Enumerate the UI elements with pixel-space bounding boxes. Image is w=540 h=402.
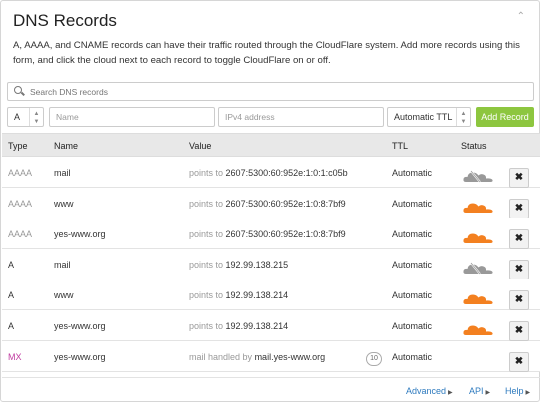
ipv4-placeholder: IPv4 address bbox=[225, 112, 275, 122]
name-placeholder: Name bbox=[56, 112, 79, 122]
ipv4-address-field[interactable]: IPv4 address bbox=[218, 107, 384, 127]
record-type-value: A bbox=[14, 112, 21, 122]
column-value: Value bbox=[189, 141, 212, 151]
value-prefix: mail handled by bbox=[189, 351, 253, 362]
column-status: Status bbox=[461, 141, 487, 151]
value-prefix: points to bbox=[189, 198, 224, 209]
value-prefix: points to bbox=[189, 229, 224, 240]
record-ttl[interactable]: Automatic bbox=[392, 352, 432, 362]
cloud-off-icon[interactable] bbox=[462, 168, 494, 184]
record-ttl[interactable]: Automatic bbox=[392, 168, 432, 178]
record-name[interactable]: www bbox=[54, 290, 74, 300]
record-ttl[interactable]: Automatic bbox=[392, 199, 432, 209]
table-row: Ayes-www.org points to 192.99.138.214 Auto… bbox=[2, 310, 540, 341]
delete-record-button[interactable]: ✖ bbox=[509, 229, 529, 250]
value-content: 192.99.138.214 bbox=[225, 290, 289, 301]
caret-right-icon: ▶ bbox=[525, 390, 531, 396]
record-type: AAAA bbox=[8, 168, 33, 178]
record-value[interactable]: points to 2607:5300:60:952e:1:0:8:7bf9 bbox=[189, 199, 346, 209]
value-prefix: points to bbox=[189, 321, 224, 331]
table-row: Amail points to 192.99.138.215 Automatic ✖ bbox=[2, 248, 540, 280]
record-name[interactable]: mail bbox=[54, 168, 71, 178]
value-content: 192.99.138.214 bbox=[225, 321, 289, 331]
column-name: Name bbox=[54, 141, 79, 151]
record-type: MX bbox=[8, 351, 22, 362]
record-name[interactable]: yes-www.org bbox=[54, 321, 106, 331]
select-arrows-icon: ▲ ▼ bbox=[29, 108, 43, 126]
ttl-select[interactable]: Automatic TTL ▲ ▼ bbox=[387, 107, 471, 127]
page-title: DNS Records bbox=[13, 11, 117, 30]
table-row: AAAA www points to 2607:5300:60:952e:1:0:8… bbox=[2, 187, 540, 219]
name-field[interactable]: Name bbox=[49, 107, 215, 127]
cloud-on-icon[interactable] bbox=[462, 290, 494, 306]
record-value[interactable]: points to 192.99.138.214 bbox=[189, 290, 288, 300]
search-icon bbox=[14, 86, 25, 97]
cloud-on-icon[interactable] bbox=[462, 229, 494, 245]
record-ttl[interactable]: Automatic bbox=[392, 260, 432, 270]
record-ttl[interactable]: Automatic bbox=[392, 229, 432, 239]
table-row: Awww points to 192.99.138.214 Automatic ✖ bbox=[2, 279, 540, 311]
record-ttl[interactable]: Automatic bbox=[392, 321, 432, 331]
record-ttl[interactable]: Automatic bbox=[392, 290, 432, 300]
help-link[interactable]: Help ▶ bbox=[505, 386, 530, 396]
value-prefix: points to bbox=[189, 290, 224, 301]
value-content: mail.yes-www.org bbox=[254, 351, 326, 362]
collapse-icon[interactable]: ⌃ bbox=[517, 11, 525, 22]
delete-record-button[interactable]: ✖ bbox=[509, 351, 529, 372]
delete-record-button[interactable]: ✖ bbox=[509, 290, 529, 311]
cloud-on-icon[interactable] bbox=[462, 199, 494, 215]
record-value[interactable]: mail handled by mail.yes-www.org bbox=[189, 352, 325, 362]
record-name[interactable]: www bbox=[54, 199, 74, 209]
mx-priority-badge[interactable]: 10 bbox=[366, 351, 382, 366]
value-content: 2607:5300:60:952e:1:0:8:7bf9 bbox=[225, 198, 346, 209]
table-row: AAAA yes-www.org points to 2607:5300:60:95… bbox=[2, 218, 540, 250]
footer: Advanced ▶ API ▶ Help ▶ bbox=[2, 377, 540, 402]
cloud-on-icon[interactable] bbox=[462, 321, 494, 337]
delete-record-button[interactable]: ✖ bbox=[509, 259, 529, 280]
advanced-link[interactable]: Advanced ▶ bbox=[406, 386, 453, 396]
select-arrows-icon: ▲ ▼ bbox=[456, 108, 470, 126]
column-ttl: TTL bbox=[392, 141, 409, 151]
record-type: A bbox=[8, 259, 15, 270]
cloud-off-icon[interactable] bbox=[462, 260, 494, 276]
api-link[interactable]: API ▶ bbox=[469, 386, 490, 396]
column-type: Type bbox=[8, 141, 28, 151]
record-type: A bbox=[8, 290, 15, 301]
delete-record-button[interactable]: ✖ bbox=[509, 168, 529, 188]
delete-record-button[interactable]: ✖ bbox=[509, 321, 529, 341]
record-name[interactable]: yes-www.org bbox=[54, 229, 106, 239]
description-text: A, AAAA, and CNAME records can have thei… bbox=[13, 40, 520, 66]
value-prefix: points to bbox=[189, 168, 224, 178]
record-name[interactable]: mail bbox=[54, 260, 71, 270]
record-type: AAAA bbox=[8, 229, 33, 240]
ttl-value: Automatic TTL bbox=[394, 112, 453, 122]
caret-right-icon: ▶ bbox=[485, 390, 491, 396]
table-row: AAAA mail points to 2607:5300:60:952e:1:0:… bbox=[2, 157, 540, 188]
record-value[interactable]: points to 2607:5300:60:952e:1:0:1:c05b bbox=[189, 168, 348, 178]
value-prefix: points to bbox=[189, 259, 224, 270]
record-type: AAAA bbox=[8, 198, 33, 209]
record-value[interactable]: points to 192.99.138.215 bbox=[189, 260, 288, 270]
caret-right-icon: ▶ bbox=[448, 390, 453, 396]
search-box[interactable] bbox=[7, 82, 534, 101]
record-value[interactable]: points to 2607:5300:60:952e:1:0:8:7bf9 bbox=[189, 229, 346, 239]
add-record-button[interactable]: Add Record bbox=[476, 107, 534, 127]
table-header: Type Name Value TTL Status bbox=[2, 133, 540, 157]
value-content: 2607:5300:60:952e:1:0:1:c05b bbox=[225, 168, 348, 178]
record-value[interactable]: points to 192.99.138.214 bbox=[189, 321, 288, 331]
search-input[interactable] bbox=[30, 86, 510, 97]
record-type-select[interactable]: A ▲ ▼ bbox=[7, 107, 44, 127]
dns-records-panel: DNS Records ⌃ A, AAAA, and CNAME records… bbox=[0, 0, 540, 402]
record-type: A bbox=[8, 321, 15, 331]
record-name[interactable]: yes-www.org bbox=[54, 352, 106, 362]
value-content: 192.99.138.215 bbox=[225, 259, 289, 270]
table-row: MX yes-www.org mail handled by mail.yes-ww… bbox=[2, 340, 540, 372]
delete-record-button[interactable]: ✖ bbox=[509, 198, 529, 219]
value-content: 2607:5300:60:952e:1:0:8:7bf9 bbox=[225, 229, 346, 240]
